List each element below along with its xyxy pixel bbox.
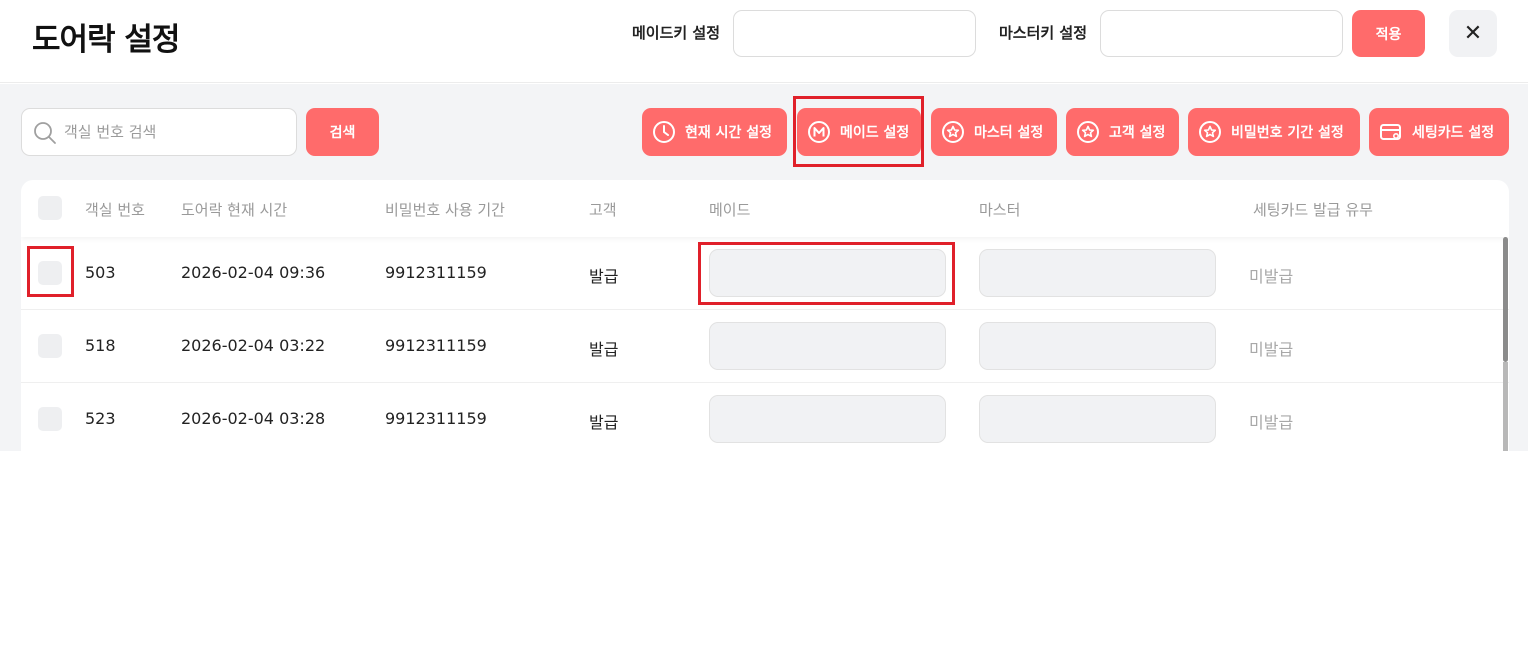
master-setting-label: 마스터 설정	[974, 125, 1044, 141]
select-all-checkbox[interactable]	[38, 196, 62, 220]
page-title: 도어락 설정	[32, 22, 180, 58]
guest-setting-label: 고객 설정	[1109, 125, 1166, 141]
setting-card-label: 세팅카드 설정	[1412, 125, 1495, 141]
room-search-box[interactable]	[21, 108, 297, 156]
maid-key-cell[interactable]	[709, 395, 946, 443]
card-icon	[1379, 120, 1403, 144]
search-button[interactable]: 검색	[306, 108, 379, 156]
password-period-setting-button[interactable]: 비밀번호 기간 설정	[1188, 108, 1360, 156]
guest-status: 발급	[589, 413, 619, 432]
master-key-cell[interactable]	[979, 395, 1216, 443]
doorlock-time: 2026-02-04 03:28	[181, 409, 326, 428]
scrollbar-thumb[interactable]	[1503, 237, 1508, 362]
setting-card-status: 미발급	[1249, 340, 1294, 359]
modal-header: 도어락 설정 메이드키 설정 마스터키 설정 적용 ✕	[0, 0, 1528, 83]
col-room-number: 객실 번호	[85, 201, 145, 219]
room-number: 518	[85, 336, 116, 355]
search-icon	[34, 122, 56, 144]
master-key-cell[interactable]	[979, 249, 1216, 297]
doorlock-time: 2026-02-04 09:36	[181, 263, 326, 282]
table-row[interactable]: 503 2026-02-04 09:36 9912311159 발급 미발급	[21, 237, 1509, 310]
maid-key-label: 메이드키 설정	[632, 24, 721, 42]
col-guest: 고객	[589, 201, 617, 219]
table-header: 객실 번호 도어락 현재 시간 비밀번호 사용 기간 고객 메이드 마스터 세팅…	[21, 180, 1509, 237]
master-key-input[interactable]	[1100, 10, 1343, 57]
setting-card-button[interactable]: 세팅카드 설정	[1369, 108, 1509, 156]
close-button[interactable]: ✕	[1449, 10, 1497, 57]
guest-setting-button[interactable]: 고객 설정	[1066, 108, 1179, 156]
password-period-setting-label: 비밀번호 기간 설정	[1231, 125, 1344, 141]
room-number: 523	[85, 409, 116, 428]
maid-setting-button[interactable]: 메이드 설정	[797, 108, 921, 156]
set-current-time-label: 현재 시간 설정	[685, 125, 773, 141]
password-period: 9912311159	[385, 263, 487, 282]
setting-card-status: 미발급	[1249, 267, 1294, 286]
room-search-input[interactable]	[64, 119, 286, 145]
guest-status: 발급	[589, 340, 619, 359]
apply-button[interactable]: 적용	[1352, 10, 1425, 57]
maid-key-input[interactable]	[733, 10, 976, 57]
row-checkbox[interactable]	[38, 407, 62, 431]
star-icon	[1198, 120, 1222, 144]
maid-key-cell[interactable]	[709, 322, 946, 370]
content-area: 검색 현재 시간 설정 메이드 설정 마스터 설정 고객 설정 비밀번호 기간 …	[0, 84, 1528, 451]
maid-m-icon	[807, 120, 831, 144]
table-row[interactable]: 523 2026-02-04 03:28 9912311159 발급 미발급	[21, 383, 1509, 451]
table-row[interactable]: 518 2026-02-04 03:22 9912311159 발급 미발급	[21, 310, 1509, 383]
col-password-period: 비밀번호 사용 기간	[385, 201, 505, 219]
col-maid: 메이드	[709, 201, 751, 219]
master-setting-button[interactable]: 마스터 설정	[931, 108, 1057, 156]
master-key-cell[interactable]	[979, 322, 1216, 370]
col-doorlock-time: 도어락 현재 시간	[181, 201, 288, 219]
row-checkbox[interactable]	[38, 334, 62, 358]
doorlock-time: 2026-02-04 03:22	[181, 336, 326, 355]
maid-key-cell[interactable]	[709, 249, 946, 297]
password-period: 9912311159	[385, 409, 487, 428]
close-icon: ✕	[1463, 21, 1483, 46]
room-number: 503	[85, 263, 116, 282]
master-key-label: 마스터키 설정	[999, 24, 1088, 42]
clock-icon	[652, 120, 676, 144]
star-icon	[1076, 120, 1100, 144]
password-period: 9912311159	[385, 336, 487, 355]
star-icon	[941, 120, 965, 144]
set-current-time-button[interactable]: 현재 시간 설정	[642, 108, 787, 156]
scrollbar-track[interactable]	[1503, 362, 1508, 451]
col-setting-card: 세팅카드 발급 유무	[1253, 201, 1373, 219]
setting-card-status: 미발급	[1249, 413, 1294, 432]
row-checkbox[interactable]	[38, 261, 62, 285]
guest-status: 발급	[589, 267, 619, 286]
maid-setting-label: 메이드 설정	[840, 125, 910, 141]
col-master: 마스터	[979, 201, 1021, 219]
room-table: 객실 번호 도어락 현재 시간 비밀번호 사용 기간 고객 메이드 마스터 세팅…	[21, 180, 1509, 451]
